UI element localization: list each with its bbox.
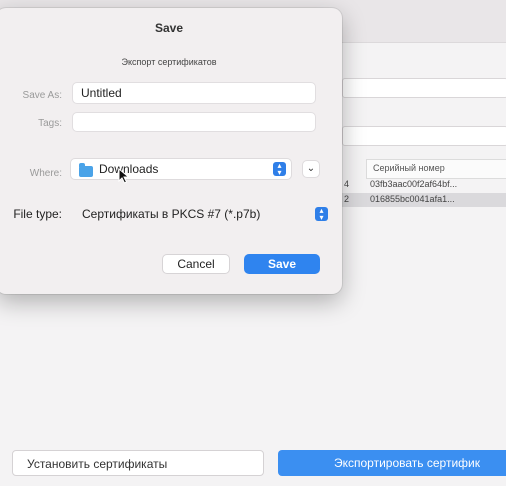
install-certificates-button[interactable]: Установить сертификаты (12, 450, 264, 476)
mouse-cursor-icon (118, 168, 130, 184)
where-label: Where: (29, 168, 62, 179)
row-serial: 03fb3aac00f2af64bf... (370, 179, 458, 189)
save-button[interactable]: Save (244, 254, 320, 274)
background-field (342, 78, 506, 98)
tags-label: Tags: (38, 118, 62, 129)
save-as-value: Untitled (81, 86, 122, 100)
file-type-label: File type: (13, 207, 62, 221)
background-field (342, 126, 506, 146)
dialog-title: Save (154, 21, 184, 35)
chevron-down-icon: ⌄ (306, 163, 316, 174)
tags-input[interactable] (72, 112, 316, 132)
expand-dialog-button[interactable]: ⌄ (302, 160, 320, 178)
chevron-updown-icon: ▴ ▾ (273, 162, 286, 177)
row-index: 4 (344, 179, 350, 189)
file-type-popup[interactable]: Сертификаты в PKCS #7 (*.p7b) ▴ ▾ (70, 203, 334, 225)
table-column-header[interactable]: Серийный номер (366, 159, 506, 179)
save-as-label: Save As: (22, 90, 62, 101)
table-row[interactable]: 2 016855bc0041afa1... (340, 193, 506, 207)
where-popup[interactable]: Downloads ▴ ▾ (70, 158, 292, 180)
file-type-value: Сертификаты в PKCS #7 (*.p7b) (82, 207, 261, 221)
row-serial: 016855bc0041afa1... (370, 194, 455, 204)
folder-icon (79, 163, 93, 177)
dialog-subtitle: Экспорт сертификатов (121, 57, 217, 67)
cancel-button[interactable]: Cancel (162, 254, 230, 274)
table-row[interactable]: 4 03fb3aac00f2af64bf... (340, 178, 506, 192)
export-certificates-button[interactable]: Экспортировать сертифик (278, 450, 506, 476)
row-index: 2 (344, 194, 350, 204)
save-dialog: Save Экспорт сертификатов Save As: Untit… (0, 8, 342, 294)
chevron-updown-icon: ▴ ▾ (315, 207, 328, 222)
save-as-input[interactable]: Untitled (72, 82, 316, 104)
